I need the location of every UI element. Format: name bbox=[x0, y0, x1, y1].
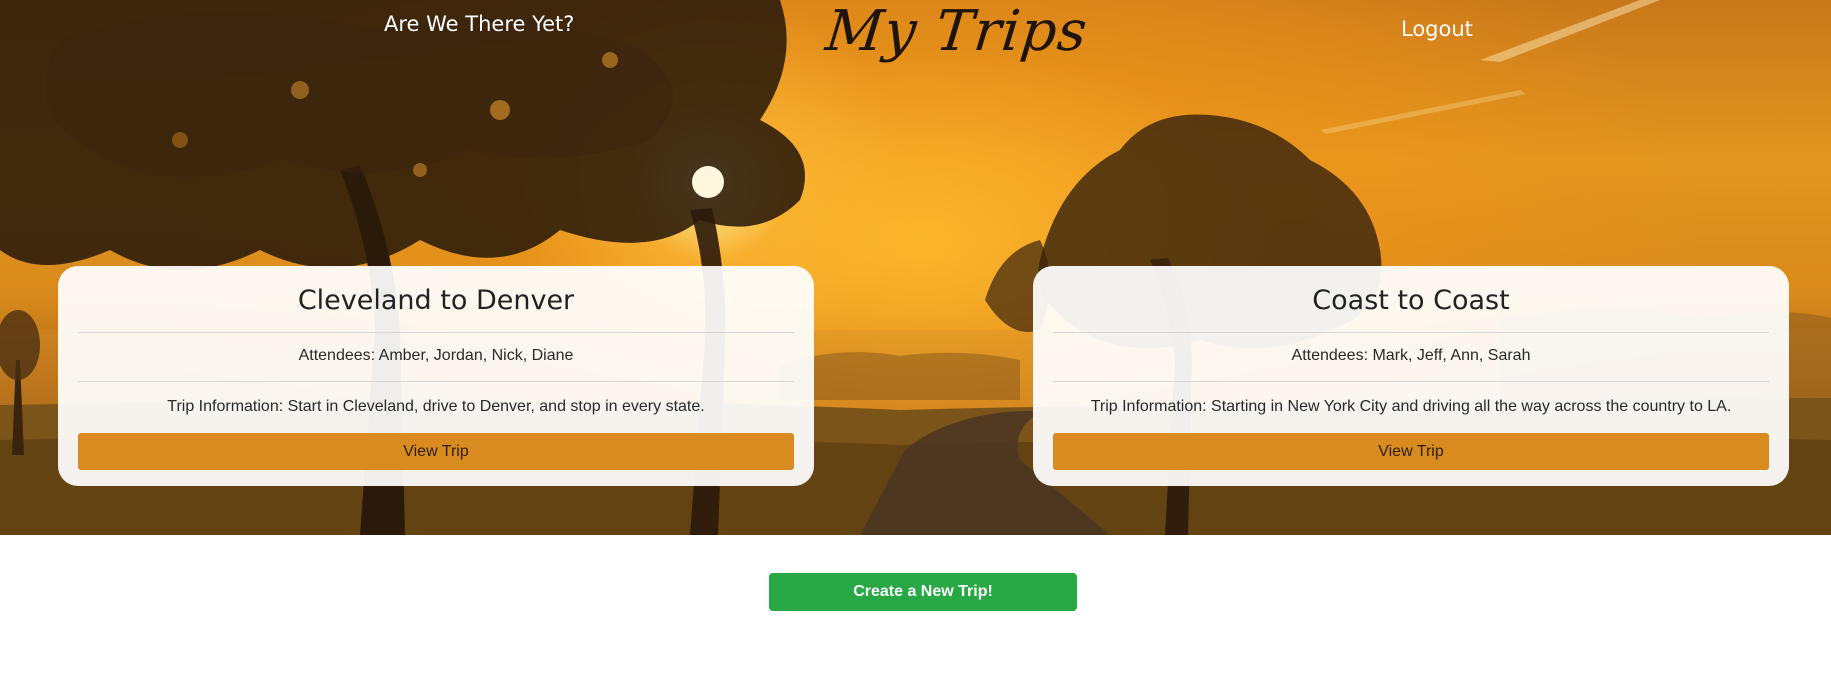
trip-information: Trip Information: Start in Cleveland, dr… bbox=[167, 398, 705, 415]
trip-title: Coast to Coast bbox=[1053, 266, 1769, 333]
view-trip-button[interactable]: View Trip bbox=[1053, 433, 1769, 470]
page-title: My Trips bbox=[822, 0, 1091, 64]
create-new-trip-button[interactable]: Create a New Trip! bbox=[769, 573, 1077, 611]
trip-card: Coast to Coast Attendees: Mark, Jeff, An… bbox=[1033, 266, 1789, 486]
trip-attendees: Attendees: Mark, Jeff, Ann, Sarah bbox=[1053, 333, 1769, 382]
trip-attendees: Attendees: Amber, Jordan, Nick, Diane bbox=[78, 333, 794, 382]
nav-brand-link[interactable]: Are We There Yet? bbox=[384, 12, 574, 36]
hero-background: Are We There Yet? My Trips Logout Clevel… bbox=[0, 0, 1831, 535]
trip-information: Trip Information: Starting in New York C… bbox=[1090, 398, 1732, 415]
trip-card: Cleveland to Denver Attendees: Amber, Jo… bbox=[58, 266, 814, 486]
logout-link[interactable]: Logout bbox=[1401, 17, 1473, 41]
view-trip-button[interactable]: View Trip bbox=[78, 433, 794, 470]
trip-title: Cleveland to Denver bbox=[78, 266, 794, 333]
